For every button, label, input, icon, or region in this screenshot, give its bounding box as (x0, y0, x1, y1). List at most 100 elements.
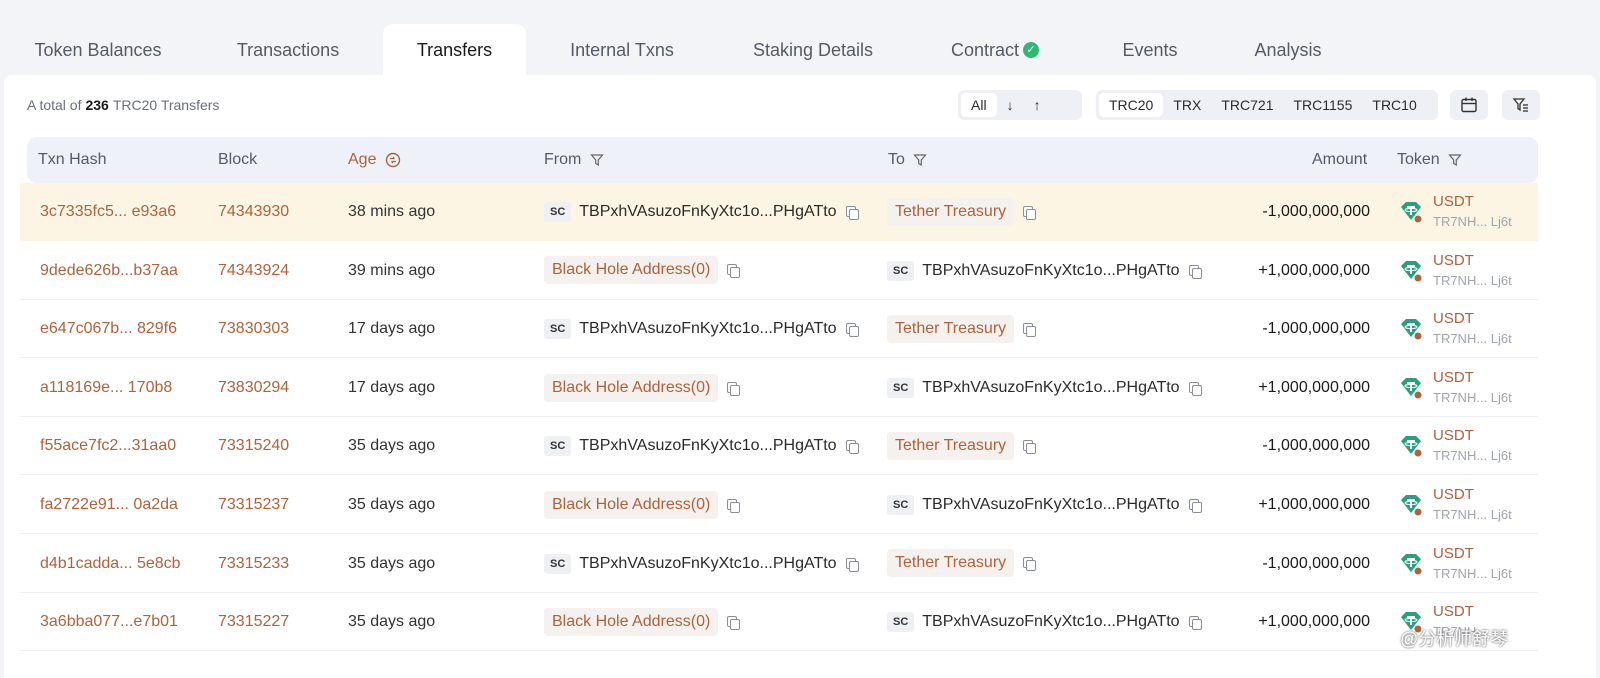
txn-hash-link[interactable]: a118169e... 170b8 (40, 359, 172, 417)
from-filter-icon[interactable] (589, 153, 604, 167)
smart-contract-badge: SC (887, 495, 915, 515)
age-toggle-icon[interactable] (385, 152, 401, 168)
table-row: 9dede626b...b37aa 74343924 39 mins ago Blac… (20, 242, 1538, 300)
from-address-tag[interactable]: Black Hole Address(0) (544, 256, 719, 285)
copy-icon[interactable] (1022, 322, 1037, 337)
token-type-trc721[interactable]: TRC721 (1211, 93, 1283, 117)
from-address[interactable]: TBPxhVAsuzoFnKyXtc1o...PHgATto (579, 555, 836, 572)
from-address-tag[interactable]: Black Hole Address(0) (544, 373, 719, 402)
filter-all-button[interactable]: All (961, 93, 997, 117)
tab-internal-txns[interactable]: Internal Txns (556, 24, 688, 76)
tab-analysis[interactable]: Analysis (1240, 24, 1336, 76)
to-address-tag[interactable]: Tether Treasury (887, 549, 1015, 578)
to-filter-icon[interactable] (913, 153, 928, 167)
copy-icon[interactable] (1022, 205, 1037, 220)
txn-hash-link[interactable]: 9dede626b...b37aa (40, 242, 178, 300)
token-filter-icon[interactable] (1448, 153, 1462, 167)
amount-value: +1,000,000,000 (1258, 613, 1370, 631)
txn-hash-link[interactable]: fa2722e91... 0a2da (40, 476, 178, 534)
token-contract-address: TR7NH... Lj6t (1433, 214, 1512, 229)
from-address-tag[interactable]: Black Hole Address(0) (544, 607, 719, 636)
to-address-tag[interactable]: Tether Treasury (887, 314, 1015, 343)
column-from-label: From (544, 151, 582, 168)
copy-icon[interactable] (726, 615, 741, 630)
token-name-link[interactable]: USDT (1433, 486, 1474, 504)
txn-hash-link[interactable]: 3a6bba077...e7b01 (40, 593, 178, 651)
tab-events[interactable]: Events (1108, 24, 1192, 76)
to-address-tag[interactable]: Tether Treasury (887, 432, 1015, 461)
column-token[interactable]: Token (1397, 137, 1462, 183)
copy-icon[interactable] (1022, 556, 1037, 572)
to-address[interactable]: TBPxhVAsuzoFnKyXtc1o...PHgATto (922, 379, 1179, 396)
copy-icon[interactable] (845, 205, 859, 220)
table-row: 3a6bba077...e7b01 73315227 35 days ago Blac… (20, 593, 1538, 652)
smart-contract-badge: SC (887, 377, 915, 398)
tab-staking-details[interactable]: Staking Details (738, 24, 888, 76)
block-link[interactable]: 73830294 (218, 359, 289, 417)
token-name-link[interactable]: USDT (1433, 310, 1474, 328)
tether-icon (1398, 198, 1424, 224)
calendar-button[interactable] (1450, 90, 1488, 120)
token-contract-address: TR7NH... Lj6t (1433, 331, 1512, 347)
tab-token-balances[interactable]: Token Balances (22, 24, 174, 76)
token-name-link[interactable]: USDT (1433, 545, 1474, 563)
token-contract-address: TR7NH... Lj6t (1433, 565, 1512, 581)
age-text: 35 days ago (348, 496, 436, 513)
amount-value: -1,000,000,000 (1262, 203, 1370, 220)
copy-icon[interactable] (845, 439, 859, 455)
tab-contract[interactable]: Contract ✓ (940, 24, 1050, 76)
to-address[interactable]: TBPxhVAsuzoFnKyXtc1o...PHgATto (922, 262, 1179, 279)
advanced-filter-button[interactable] (1502, 90, 1540, 120)
txn-hash-link[interactable]: d4b1cadda... 5e8cb (40, 535, 181, 593)
block-link[interactable]: 73315237 (218, 476, 289, 534)
tab-transfers[interactable]: Transfers (383, 24, 526, 76)
block-link[interactable]: 73315227 (218, 593, 289, 651)
from-address[interactable]: TBPxhVAsuzoFnKyXtc1o...PHgATto (579, 437, 836, 454)
table-row: f55ace7fc2...31aa0 73315240 35 days ago SC T… (20, 417, 1538, 476)
token-type-trx[interactable]: TRX (1163, 93, 1211, 117)
copy-icon[interactable] (1022, 439, 1037, 455)
filter-in-arrow-icon[interactable]: ↓ (997, 93, 1024, 117)
calendar-icon (1461, 97, 1477, 113)
token-name-link[interactable]: USDT (1433, 193, 1474, 211)
smart-contract-badge: SC (544, 553, 572, 574)
watermark: @分析师舒琴 (1400, 629, 1509, 649)
copy-icon[interactable] (726, 263, 741, 279)
token-name-link[interactable]: USDT (1433, 369, 1474, 387)
block-link[interactable]: 73315240 (218, 417, 289, 475)
token-type-trc20[interactable]: TRC20 (1099, 93, 1164, 117)
block-link[interactable]: 74343924 (218, 242, 289, 300)
to-address[interactable]: TBPxhVAsuzoFnKyXtc1o...PHgATto (922, 613, 1179, 630)
from-address[interactable]: TBPxhVAsuzoFnKyXtc1o...PHgATto (579, 320, 836, 337)
block-link[interactable]: 73830303 (218, 300, 289, 358)
copy-icon[interactable] (726, 498, 741, 513)
txn-hash-link[interactable]: e647c067b... 829f6 (40, 300, 177, 358)
tab-transactions[interactable]: Transactions (222, 24, 354, 76)
column-age[interactable]: Age (348, 137, 401, 183)
block-link[interactable]: 74343930 (218, 183, 289, 241)
to-address[interactable]: TBPxhVAsuzoFnKyXtc1o...PHgATto (922, 496, 1179, 513)
from-cell: SC TBPxhVAsuzoFnKyXtc1o...PHgATto (544, 183, 859, 241)
to-address-tag[interactable]: Tether Treasury (887, 197, 1015, 226)
copy-icon[interactable] (845, 322, 859, 338)
to-cell: Tether Treasury (887, 300, 1037, 358)
token-contract-address: TR7NH... Lj6t (1433, 272, 1512, 288)
token-name-link[interactable]: USDT (1433, 252, 1474, 270)
txn-hash-link[interactable]: 3c7335fc5... e93a6 (40, 183, 176, 241)
to-cell: SC TBPxhVAsuzoFnKyXtc1o...PHgATto (887, 359, 1202, 417)
copy-icon[interactable] (726, 381, 741, 396)
block-link[interactable]: 73315233 (218, 535, 289, 593)
from-address[interactable]: TBPxhVAsuzoFnKyXtc1o...PHgATto (579, 203, 836, 220)
filter-out-arrow-icon[interactable]: ↑ (1024, 93, 1051, 117)
token-type-trc1155[interactable]: TRC1155 (1284, 93, 1363, 117)
column-from[interactable]: From (544, 137, 604, 183)
copy-icon[interactable] (845, 557, 859, 572)
token-name-link[interactable]: USDT (1433, 603, 1474, 621)
tab-contract-label: Contract (950, 40, 1020, 60)
txn-hash-link[interactable]: f55ace7fc2...31aa0 (40, 417, 176, 475)
from-address-tag[interactable]: Black Hole Address(0) (544, 490, 719, 519)
token-name-link[interactable]: USDT (1433, 427, 1474, 445)
token-type-trc10[interactable]: TRC10 (1362, 93, 1426, 117)
from-cell: Black Hole Address(0) (544, 593, 741, 651)
column-to[interactable]: To (888, 137, 928, 183)
